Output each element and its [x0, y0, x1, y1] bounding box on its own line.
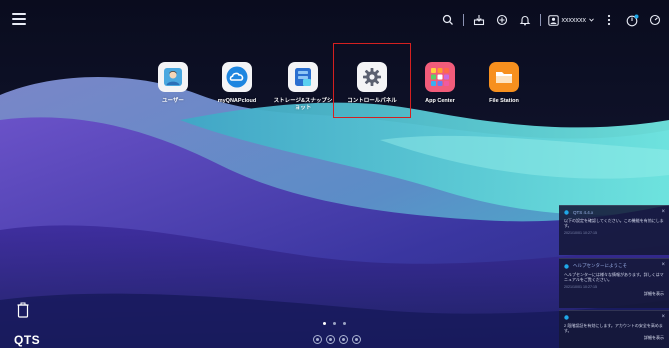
toolbar-divider [462, 14, 464, 26]
app-center-icon [425, 62, 455, 92]
toolbar-divider [539, 14, 541, 26]
notification-card[interactable]: ヘルプセンターにようこそ × ヘルプセンターには様々な情報があります。詳しくはマ… [559, 258, 669, 308]
folder-icon [489, 62, 519, 92]
bottom-dock [313, 335, 361, 344]
notification-detail-link[interactable]: 詳細を表示 [564, 291, 664, 297]
more-options-icon[interactable] [601, 12, 617, 28]
resource-monitor-icon[interactable] [624, 12, 640, 28]
page-dot[interactable] [333, 322, 336, 325]
main-menu-button[interactable] [12, 13, 26, 26]
qts-logo: QTS [14, 333, 41, 347]
app-label: ユーザー [162, 98, 184, 104]
notification-bell-icon[interactable] [517, 12, 533, 28]
storage-icon [288, 62, 318, 92]
background-task-icon[interactable] [471, 12, 487, 28]
notification-time: 2021/10/01 10:27:15 [564, 285, 597, 289]
trash-icon[interactable] [17, 302, 29, 323]
top-toolbar: xxxxxxx [440, 10, 664, 30]
app-label: File Station [489, 98, 519, 104]
user-icon [547, 14, 559, 26]
user-menu[interactable]: xxxxxxx [547, 14, 595, 26]
page-indicator [323, 322, 346, 325]
close-icon[interactable]: × [661, 262, 665, 268]
cloud-icon [222, 62, 252, 92]
dashboard-icon[interactable] [647, 12, 663, 28]
dock-button[interactable] [326, 335, 335, 344]
info-icon [564, 263, 569, 269]
notification-body: 2 段階認証を有効にします。アカウントの安全を高めます。 [564, 323, 663, 333]
notification-title: QTS 4.4.x [573, 210, 594, 215]
dock-button[interactable] [313, 335, 322, 344]
qts-desktop: xxxxxxx ユーザー myQNAPcloud ストレージ&スナップショット … [0, 0, 669, 348]
dock-button[interactable] [352, 335, 361, 344]
top-bar: xxxxxxx [0, 0, 669, 40]
info-icon [564, 210, 569, 215]
notification-body: 以下の設定を確認してください。この機能を有効にします。 [564, 218, 664, 228]
app-label: myQNAPcloud [217, 98, 257, 104]
info-icon [564, 315, 569, 320]
app-myqnapcloud[interactable]: myQNAPcloud [207, 62, 267, 105]
app-users[interactable]: ユーザー [143, 62, 203, 105]
app-label: App Center [425, 98, 455, 104]
notification-title: ヘルプセンターにようこそ [573, 263, 627, 268]
chevron-down-icon [589, 18, 594, 22]
app-app-center[interactable]: App Center [410, 62, 470, 105]
external-device-icon[interactable] [494, 12, 510, 28]
app-storage-snapshots[interactable]: ストレージ&スナップショット [273, 62, 333, 112]
dock-button[interactable] [339, 335, 348, 344]
app-file-station[interactable]: File Station [474, 62, 534, 105]
page-dot[interactable] [323, 322, 326, 325]
notification-card[interactable]: × 2 段階認証を有効にします。アカウントの安全を高めます。 詳細を表示 [559, 310, 669, 348]
app-label: ストレージ&スナップショット [273, 98, 333, 111]
notification-time: 2021/10/01 10:27:15 [564, 231, 597, 235]
notification-card[interactable]: QTS 4.4.x × 以下の設定を確認してください。この機能を有効にします。 … [559, 205, 669, 255]
users-icon [158, 62, 188, 92]
close-icon[interactable]: × [661, 209, 665, 215]
page-dot[interactable] [343, 322, 346, 325]
highlight-annotation [333, 43, 411, 118]
notification-detail-link[interactable]: 詳細を表示 [564, 335, 664, 341]
close-icon[interactable]: × [661, 314, 665, 320]
user-name: xxxxxxx [561, 16, 587, 24]
search-icon[interactable] [440, 12, 456, 28]
notification-body: ヘルプセンターには様々な情報があります。詳しくはマニュアルをご覧ください。 [564, 272, 664, 282]
